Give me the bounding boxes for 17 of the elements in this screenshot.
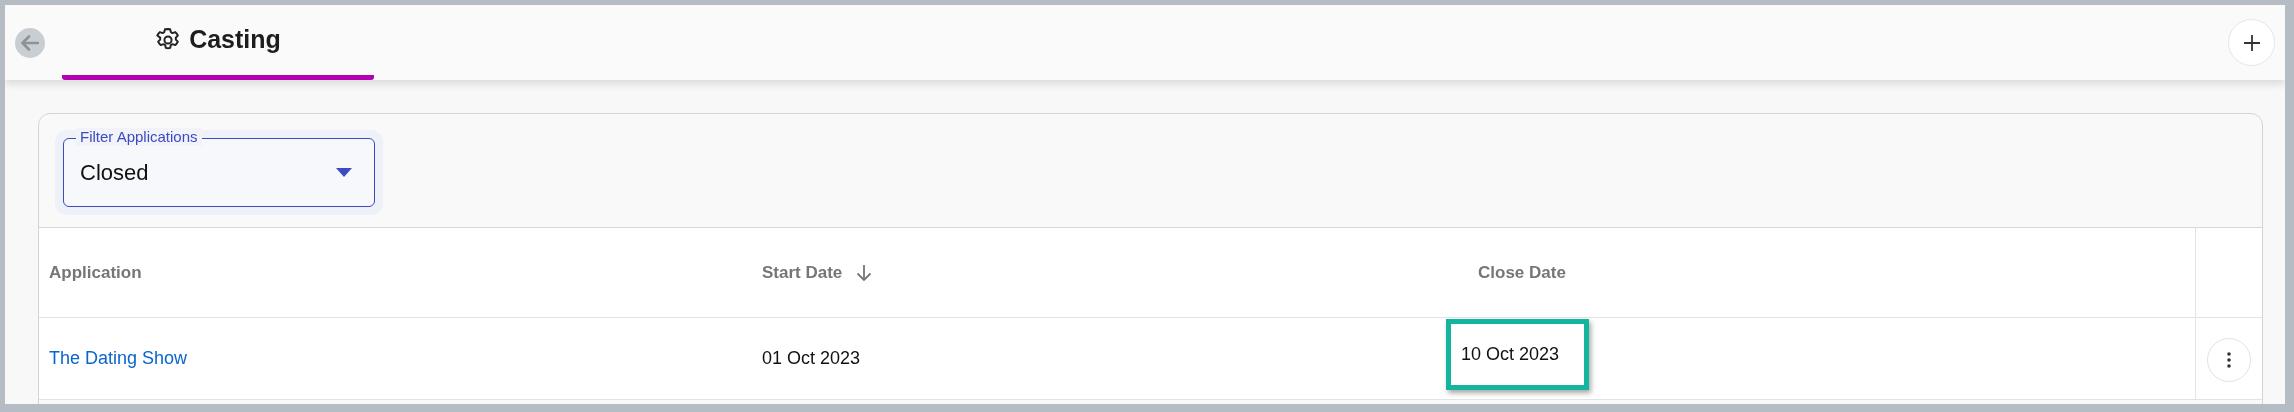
back-button[interactable]: [15, 27, 45, 58]
column-header[interactable]: Start Date: [762, 259, 843, 286]
more-vertical-icon: [2227, 352, 2231, 368]
back-arrow-icon: [21, 34, 39, 51]
filter-value: Closed: [80, 159, 149, 187]
table-cell-text: 01 Oct 2023: [762, 347, 861, 370]
application-link[interactable]: The Dating Show: [49, 345, 188, 372]
table-cell: 10 Oct 2023: [1461, 344, 1560, 364]
filter-label: Filter Applications: [76, 128, 202, 146]
filter-dropdown[interactable]: Filter Applications Closed: [55, 130, 383, 215]
sort-arrow-icon[interactable]: [856, 263, 873, 282]
dropdown-caret-icon: [336, 168, 352, 177]
column-header[interactable]: Application: [49, 259, 142, 286]
casting-tab[interactable]: Casting: [62, 5, 374, 80]
column-header[interactable]: Close Date: [1478, 259, 1566, 286]
plus-icon: [2242, 33, 2261, 52]
add-button[interactable]: [2228, 19, 2275, 66]
